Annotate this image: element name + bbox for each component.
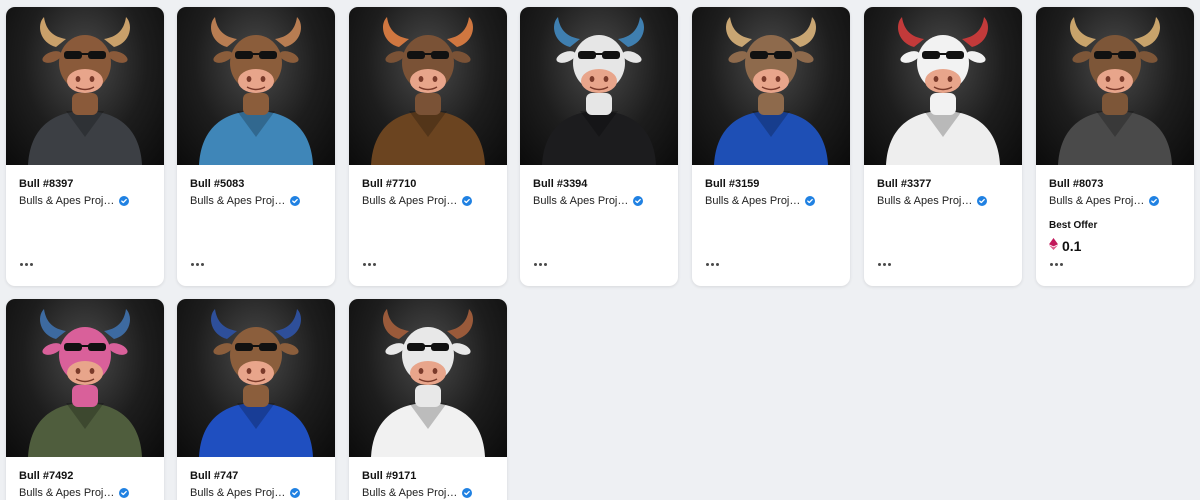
- nft-title[interactable]: Bull #3377: [877, 177, 1009, 191]
- nft-image[interactable]: [864, 7, 1022, 165]
- collection-name[interactable]: Bulls & Apes Proje…: [19, 195, 115, 207]
- nft-title[interactable]: Bull #9171: [362, 469, 494, 483]
- nft-card[interactable]: Bull #747 Bulls & Apes Proje…: [177, 299, 335, 500]
- nft-title[interactable]: Bull #5083: [190, 177, 322, 191]
- nft-card[interactable]: Bull #3377 Bulls & Apes Proje…: [864, 7, 1022, 286]
- nft-image[interactable]: [349, 299, 507, 457]
- more-options-button[interactable]: [534, 263, 547, 266]
- verified-badge-icon: [977, 196, 987, 206]
- verified-badge-icon: [119, 196, 129, 206]
- verified-badge-icon: [462, 488, 472, 498]
- verified-badge-icon: [290, 196, 300, 206]
- nft-card[interactable]: Bull #5083 Bulls & Apes Proje…: [177, 7, 335, 286]
- nft-image[interactable]: [6, 299, 164, 457]
- nft-title[interactable]: Bull #8397: [19, 177, 151, 191]
- nft-image[interactable]: [349, 7, 507, 165]
- nft-image[interactable]: [177, 7, 335, 165]
- nft-title[interactable]: Bull #3159: [705, 177, 837, 191]
- nft-card[interactable]: Bull #7710 Bulls & Apes Proje…: [349, 7, 507, 286]
- collection-name[interactable]: Bulls & Apes Proje…: [190, 487, 286, 499]
- nft-card[interactable]: Bull #3159 Bulls & Apes Proje…: [692, 7, 850, 286]
- verified-badge-icon: [633, 196, 643, 206]
- nft-title[interactable]: Bull #747: [190, 469, 322, 483]
- nft-title[interactable]: Bull #7492: [19, 469, 151, 483]
- collection-name[interactable]: Bulls & Apes Proje…: [362, 487, 458, 499]
- verified-badge-icon: [290, 488, 300, 498]
- nft-card[interactable]: Bull #9171 Bulls & Apes Proje…: [349, 299, 507, 500]
- more-options-button[interactable]: [20, 263, 33, 266]
- nft-card[interactable]: Bull #8073 Bulls & Apes Proje… Best Offe…: [1036, 7, 1194, 286]
- more-options-button[interactable]: [878, 263, 891, 266]
- nft-grid: Bull #8397 Bulls & Apes Proje… Bull #508…: [0, 0, 1200, 500]
- more-options-button[interactable]: [706, 263, 719, 266]
- collection-name[interactable]: Bulls & Apes Proje…: [362, 195, 458, 207]
- collection-name[interactable]: Bulls & Apes Proje…: [877, 195, 973, 207]
- best-offer-value: 0.1: [1062, 238, 1082, 254]
- nft-card[interactable]: Bull #8397 Bulls & Apes Proje…: [6, 7, 164, 286]
- collection-name[interactable]: Bulls & Apes Proje…: [705, 195, 801, 207]
- nft-card[interactable]: Bull #7492 Bulls & Apes Proje…: [6, 299, 164, 500]
- ethereum-icon: [1049, 237, 1058, 255]
- collection-name[interactable]: Bulls & Apes Proje…: [19, 487, 115, 499]
- nft-image[interactable]: [520, 7, 678, 165]
- nft-title[interactable]: Bull #8073: [1049, 177, 1181, 191]
- more-options-button[interactable]: [363, 263, 376, 266]
- more-options-button[interactable]: [1050, 263, 1063, 266]
- verified-badge-icon: [1149, 196, 1159, 206]
- nft-image[interactable]: [177, 299, 335, 457]
- nft-card[interactable]: Bull #3394 Bulls & Apes Proje…: [520, 7, 678, 286]
- verified-badge-icon: [805, 196, 815, 206]
- collection-name[interactable]: Bulls & Apes Proje…: [190, 195, 286, 207]
- verified-badge-icon: [119, 488, 129, 498]
- best-offer-label: Best Offer: [1049, 220, 1098, 231]
- nft-title[interactable]: Bull #3394: [533, 177, 665, 191]
- nft-image[interactable]: [692, 7, 850, 165]
- nft-image[interactable]: [6, 7, 164, 165]
- verified-badge-icon: [462, 196, 472, 206]
- nft-title[interactable]: Bull #7710: [362, 177, 494, 191]
- collection-name[interactable]: Bulls & Apes Proje…: [1049, 195, 1145, 207]
- nft-image[interactable]: [1036, 7, 1194, 165]
- collection-name[interactable]: Bulls & Apes Proje…: [533, 195, 629, 207]
- more-options-button[interactable]: [191, 263, 204, 266]
